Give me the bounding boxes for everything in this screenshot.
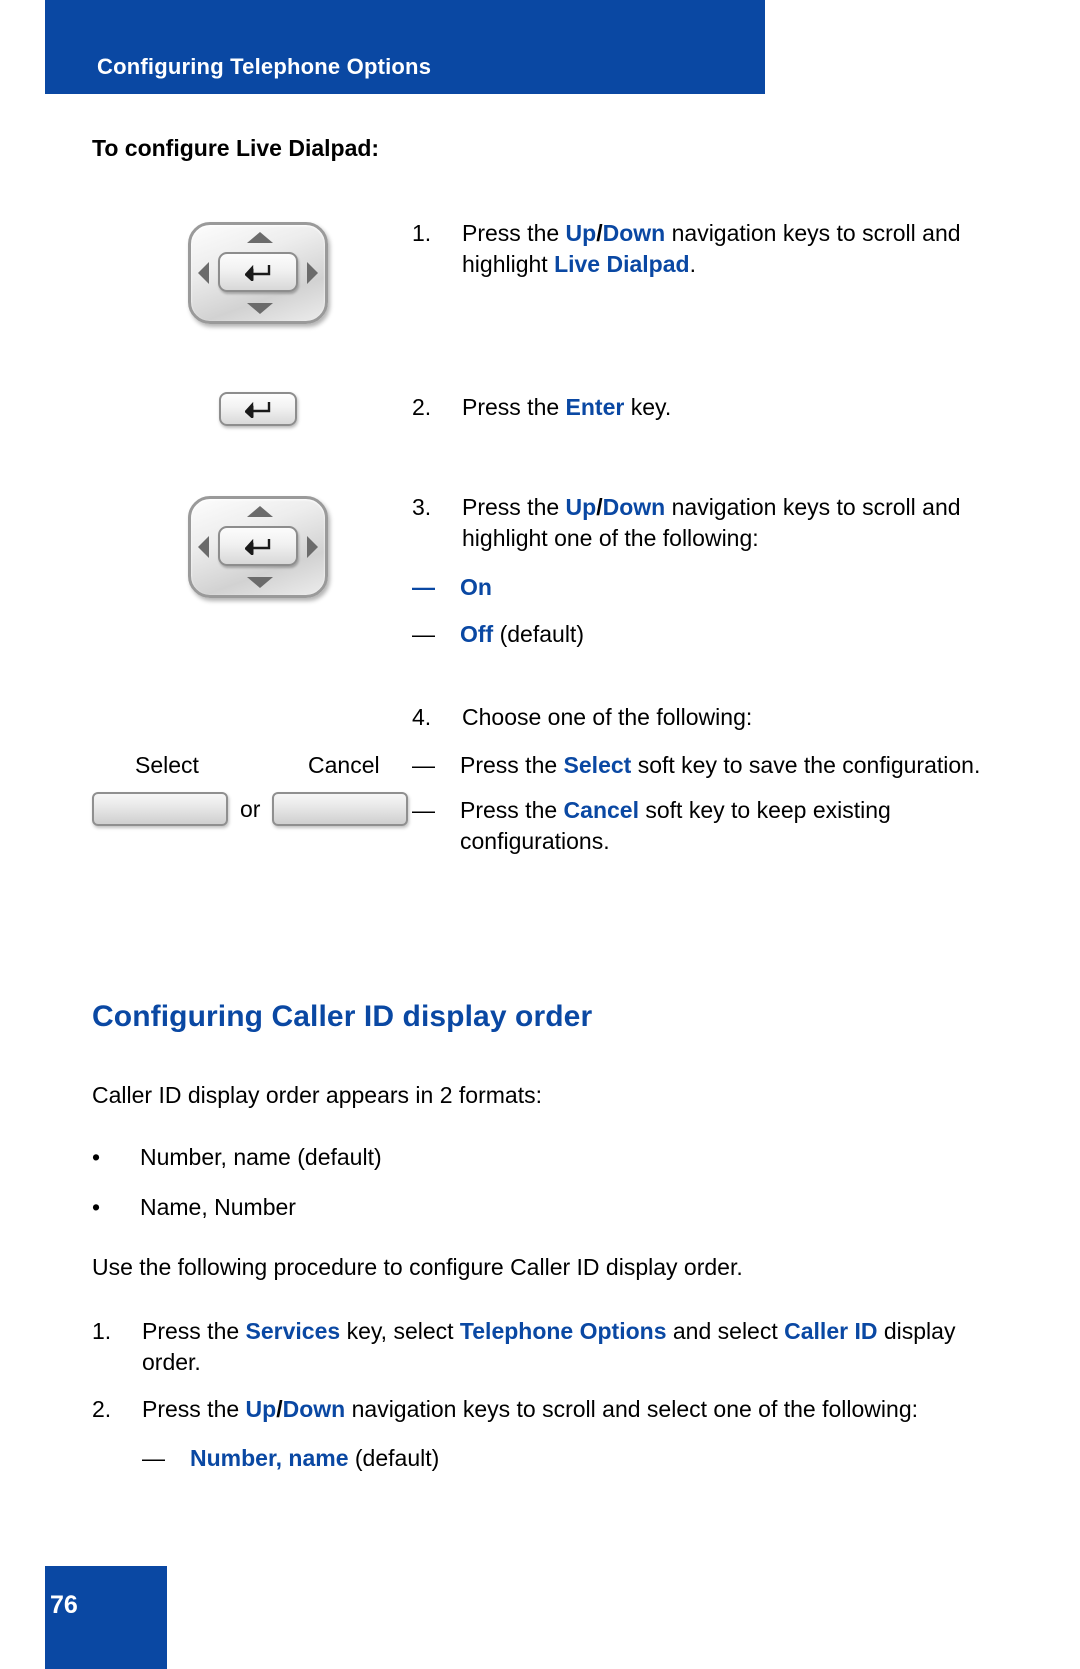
key-down-label: Down	[282, 1396, 346, 1422]
step-1-graphic	[92, 218, 392, 328]
soft-key-cancel-ref: Cancel	[563, 797, 639, 823]
caller-id-format-bullet-1: • Number, name (default)	[92, 1142, 972, 1173]
caller-id-intro: Caller ID display order appears in 2 for…	[92, 1080, 972, 1111]
menu-telephone-options-label: Telephone Options	[459, 1318, 667, 1344]
step-2-text: 2. Press the Enter key.	[412, 392, 1002, 423]
caller-id-step-2: 2. Press the Up/Down navigation keys to …	[92, 1394, 972, 1474]
caller-id-heading: Configuring Caller ID display order	[92, 1000, 593, 1033]
soft-key-buttons-row: or	[92, 792, 409, 826]
step-text: Press the Up/Down navigation keys to scr…	[142, 1396, 918, 1422]
bullet-dot-icon: •	[92, 1194, 101, 1220]
soft-key-labels: Select Cancel	[92, 752, 432, 786]
key-down-label: Down	[602, 494, 666, 520]
step-line: 1. Press the Services key, select Teleph…	[92, 1316, 972, 1378]
option-number-name-suffix: (default)	[348, 1445, 440, 1471]
menu-caller-id-label: Caller ID	[784, 1318, 878, 1344]
nav-enter-button-icon	[218, 526, 298, 566]
caller-id-procedure-intro-text: Use the following procedure to configure…	[92, 1254, 743, 1280]
option-number-name: — Number, name (default)	[142, 1443, 972, 1474]
soft-key-cancel-label: Cancel	[308, 752, 380, 778]
option-on: — On	[412, 572, 1002, 603]
page-header-title: Configuring Telephone Options	[97, 54, 432, 79]
option-text: Press the Select soft key to save the co…	[460, 752, 981, 778]
step-text: Press the Up/Down navigation keys to scr…	[462, 220, 961, 277]
list-item-label: Number, name (default)	[140, 1144, 382, 1170]
step-number: 2.	[412, 394, 432, 420]
step-line: 4. Choose one of the following:	[412, 702, 1002, 733]
navigation-keys-icon	[184, 218, 332, 328]
soft-key-select-label: Select	[135, 752, 199, 778]
enter-key-icon	[219, 392, 297, 426]
nav-up-arrow-icon	[247, 506, 273, 517]
option-dash-icon: —	[412, 574, 435, 600]
menu-live-dialpad-label: Live Dialpad	[554, 251, 690, 277]
option-number-name-label: Number, name	[190, 1445, 349, 1471]
step-line: 1. Press the Up/Down navigation keys to …	[412, 218, 1002, 280]
key-enter-label: Enter	[565, 394, 625, 420]
bullet-dot-icon: •	[92, 1144, 101, 1170]
option-text: On	[460, 572, 1002, 603]
caller-id-intro-text: Caller ID display order appears in 2 for…	[92, 1082, 542, 1108]
nav-up-arrow-icon	[247, 232, 273, 243]
step-3-graphic	[92, 492, 392, 602]
option-dash-icon: —	[142, 1445, 165, 1471]
step-4-text: 4. Choose one of the following: — Press …	[412, 702, 1002, 857]
option-text: Press the Cancel soft key to keep existi…	[460, 797, 891, 854]
section-title: To configure Live Dialpad:	[92, 135, 380, 161]
step-number: 2.	[92, 1396, 112, 1422]
nav-right-arrow-icon	[307, 262, 318, 284]
list-item-label: Name, Number	[140, 1194, 296, 1220]
soft-key-cancel-button-icon	[272, 792, 409, 826]
option-text: Number, name (default)	[190, 1443, 972, 1474]
step-number: 3.	[412, 494, 432, 520]
option-press-cancel: — Press the Cancel soft key to keep exis…	[412, 795, 1002, 857]
step-2-graphic	[92, 392, 392, 426]
document-page: Configuring Telephone Options To configu…	[0, 0, 1080, 1669]
nav-left-arrow-icon	[198, 262, 209, 284]
nav-right-arrow-icon	[307, 536, 318, 558]
step-1-text: 1. Press the Up/Down navigation keys to …	[412, 218, 1002, 280]
option-dash-icon: —	[412, 621, 435, 647]
nav-enter-button-icon	[218, 252, 298, 292]
key-down-label: Down	[602, 220, 666, 246]
key-up-label: Up	[565, 494, 597, 520]
step-line: 2. Press the Up/Down navigation keys to …	[92, 1394, 972, 1425]
step-text: Press the Up/Down navigation keys to scr…	[462, 494, 961, 551]
nav-left-arrow-icon	[198, 536, 209, 558]
step-text: Press the Enter key.	[462, 394, 672, 420]
step-line: 3. Press the Up/Down navigation keys to …	[412, 492, 1002, 554]
nav-down-arrow-icon	[247, 303, 273, 314]
page-header-band	[45, 0, 765, 94]
list-item: • Name, Number	[92, 1192, 972, 1223]
option-off: — Off (default)	[412, 619, 1002, 650]
option-off-label: Off	[460, 621, 494, 647]
key-up-label: Up	[565, 220, 597, 246]
step-text: Choose one of the following:	[462, 704, 753, 730]
soft-key-select-ref: Select	[563, 752, 632, 778]
key-up-label: Up	[245, 1396, 277, 1422]
soft-key-select-button-icon	[92, 792, 228, 826]
caller-id-procedure-intro: Use the following procedure to configure…	[92, 1252, 972, 1283]
key-services-label: Services	[245, 1318, 341, 1344]
caller-id-format-bullet-2: • Name, Number	[92, 1192, 972, 1223]
nav-down-arrow-icon	[247, 577, 273, 588]
step-3-text: 3. Press the Up/Down navigation keys to …	[412, 492, 1002, 650]
option-dash-icon: —	[412, 752, 435, 778]
step-number: 4.	[412, 704, 432, 730]
step-text: Press the Services key, select Telephone…	[142, 1318, 956, 1375]
option-off-suffix: (default)	[493, 621, 584, 647]
navigation-keys-icon	[184, 492, 332, 602]
step-line: 2. Press the Enter key.	[412, 392, 1002, 423]
list-item: • Number, name (default)	[92, 1142, 972, 1173]
option-press-select: — Press the Select soft key to save the …	[412, 750, 1002, 781]
soft-keys-icon: Select Cancel or	[92, 752, 432, 842]
option-text: Off (default)	[460, 619, 1002, 650]
caller-id-step-1: 1. Press the Services key, select Teleph…	[92, 1316, 972, 1378]
soft-key-separator: or	[240, 795, 261, 822]
step-number: 1.	[412, 220, 432, 246]
page-number: 76	[50, 1591, 78, 1619]
option-on-label: On	[460, 574, 492, 600]
step-number: 1.	[92, 1318, 112, 1344]
option-dash-icon: —	[412, 797, 435, 823]
